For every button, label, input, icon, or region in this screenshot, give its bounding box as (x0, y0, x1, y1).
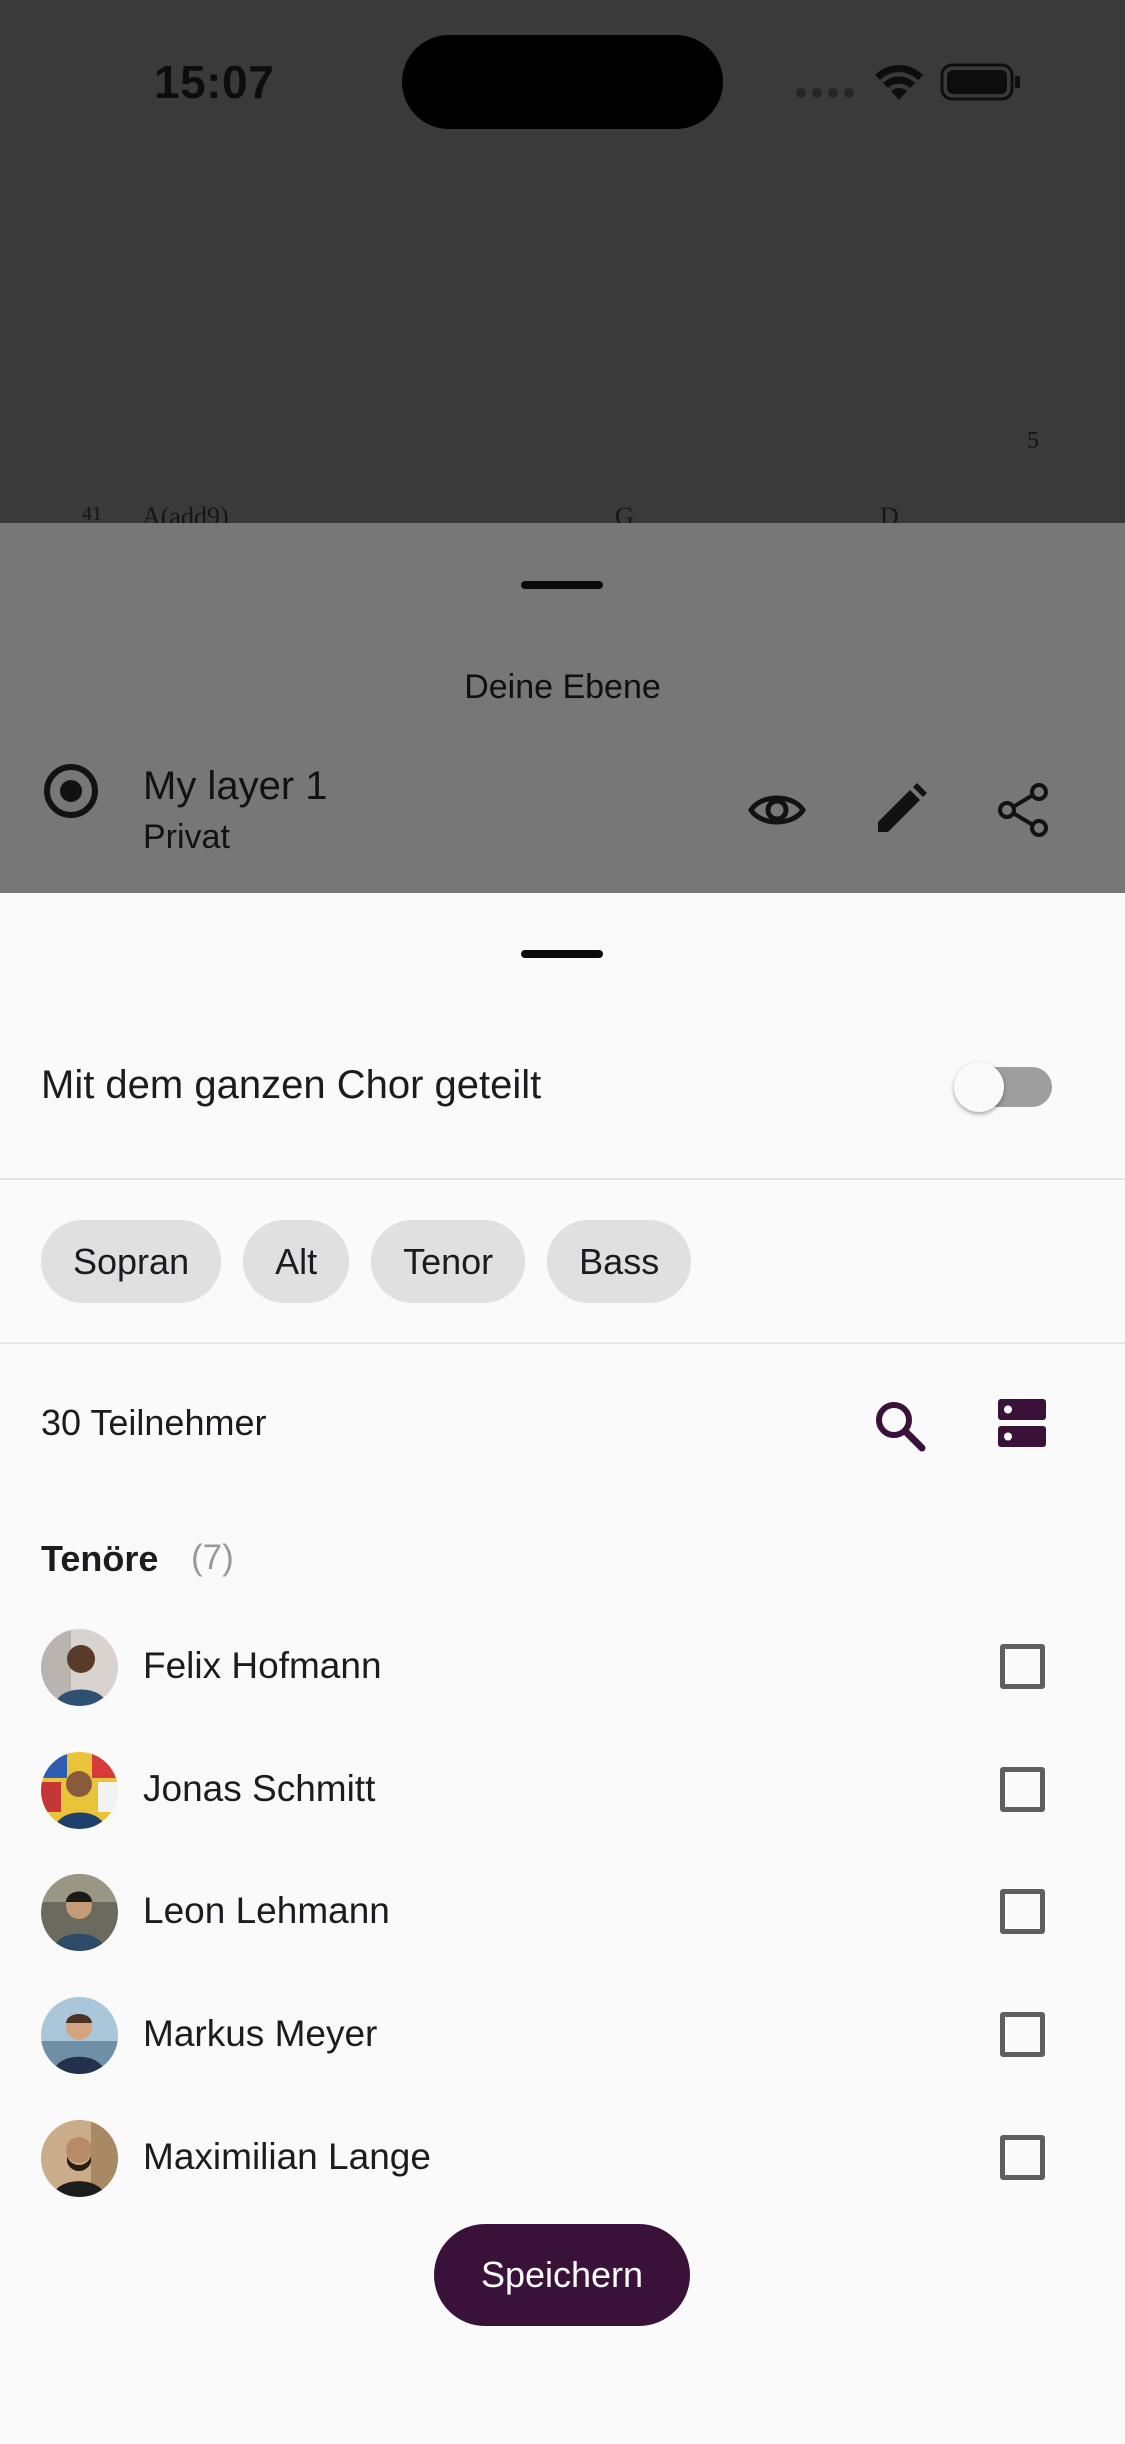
group-title: Tenöre (41, 1538, 159, 1579)
list-item[interactable]: Leon Lehmann (0, 1862, 1125, 1962)
score-chord: G (615, 502, 634, 523)
score-page-number: 5 (1027, 428, 1039, 454)
member-checkbox[interactable] (1000, 1767, 1045, 1812)
chip-bass[interactable]: Bass (547, 1220, 692, 1303)
member-name: Felix Hofmann (143, 1645, 382, 1686)
share-all-toggle[interactable] (954, 1062, 1052, 1112)
member-name: Jonas Schmitt (143, 1768, 376, 1809)
avatar (41, 1874, 118, 1951)
share-all-label: Mit dem ganzen Chor geteilt (41, 1063, 542, 1107)
avatar (41, 1752, 118, 1829)
share-icon[interactable] (993, 780, 1053, 840)
divider (0, 1178, 1125, 1180)
chip-tenor[interactable]: Tenor (371, 1220, 526, 1303)
status-time: 15:07 (154, 56, 275, 108)
search-icon[interactable] (870, 1396, 930, 1456)
chip-alt[interactable]: Alt (243, 1220, 350, 1303)
list-item[interactable]: Maximilian Lange (0, 2108, 1125, 2208)
share-sheet-drag-handle[interactable] (521, 950, 603, 958)
avatar (41, 1629, 118, 1706)
layer-visibility: Privat (143, 818, 230, 856)
divider (0, 1342, 1125, 1344)
member-checkbox[interactable] (1000, 1889, 1045, 1934)
list-view-icon[interactable] (996, 1396, 1048, 1450)
member-checkbox[interactable] (1000, 2135, 1045, 2180)
member-checkbox[interactable] (1000, 1644, 1045, 1689)
signal-icon (796, 88, 854, 98)
toggle-knob (954, 1062, 1004, 1112)
member-name: Markus Meyer (143, 2013, 378, 2054)
wifi-icon (875, 65, 923, 100)
battery-icon (940, 63, 1020, 101)
score-bar-number: 41 (82, 503, 102, 523)
score-chord: A(add9) (142, 502, 229, 523)
layer-radio-button[interactable] (44, 764, 98, 818)
list-item[interactable]: Felix Hofmann (0, 1617, 1125, 1717)
pencil-icon[interactable] (870, 780, 930, 840)
score-chord: D (880, 502, 899, 523)
dynamic-island (402, 35, 723, 129)
layer-sheet-title: Deine Ebene (464, 668, 661, 706)
avatar (41, 2120, 118, 2197)
chip-sopran[interactable]: Sopran (41, 1220, 222, 1303)
member-name: Maximilian Lange (143, 2136, 431, 2177)
layer-sheet-drag-handle[interactable] (521, 581, 603, 589)
voice-filter-chips: Sopran Alt Tenor Bass (41, 1220, 692, 1303)
document-background: 15:07 5 41 A(add9) G D (0, 0, 1125, 523)
eye-icon[interactable] (747, 780, 807, 840)
member-checkbox[interactable] (1000, 2012, 1045, 2057)
avatar (41, 1997, 118, 2074)
member-name: Leon Lehmann (143, 1890, 390, 1931)
save-button[interactable]: Speichern (434, 2224, 690, 2326)
list-item[interactable]: Markus Meyer (0, 1985, 1125, 2085)
participants-count: 30 Teilnehmer (41, 1402, 267, 1443)
layer-name: My layer 1 (143, 764, 328, 808)
group-count: (7) (191, 1538, 234, 1577)
list-item[interactable]: Jonas Schmitt (0, 1740, 1125, 1840)
